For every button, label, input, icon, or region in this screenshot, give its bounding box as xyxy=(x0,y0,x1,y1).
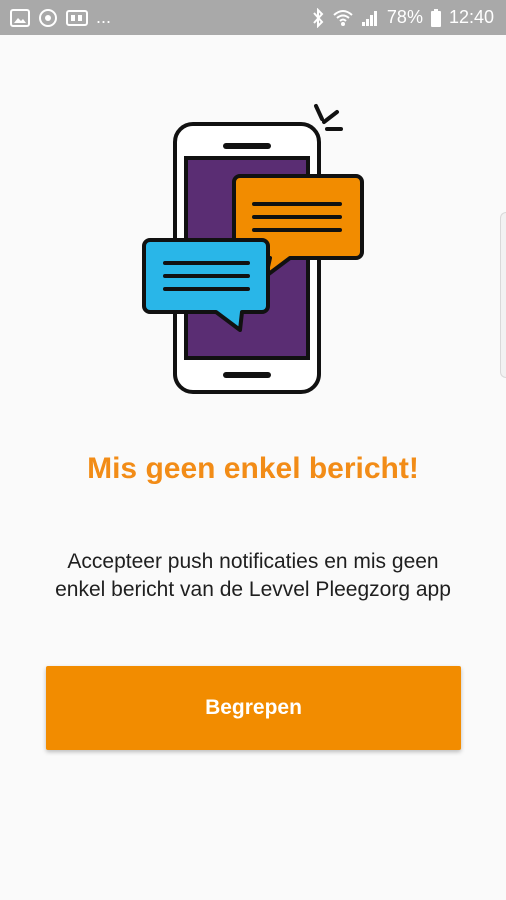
page-title: Mis geen enkel bericht! xyxy=(87,452,419,485)
smartphone-chat-icon xyxy=(142,104,364,394)
phone-speaker xyxy=(223,143,271,149)
notification-lines xyxy=(314,104,343,131)
begrepen-button[interactable]: Begrepen xyxy=(46,666,461,750)
description-text: Accepteer push notificaties en mis geen … xyxy=(55,550,451,601)
phone-home-bar xyxy=(223,372,271,378)
